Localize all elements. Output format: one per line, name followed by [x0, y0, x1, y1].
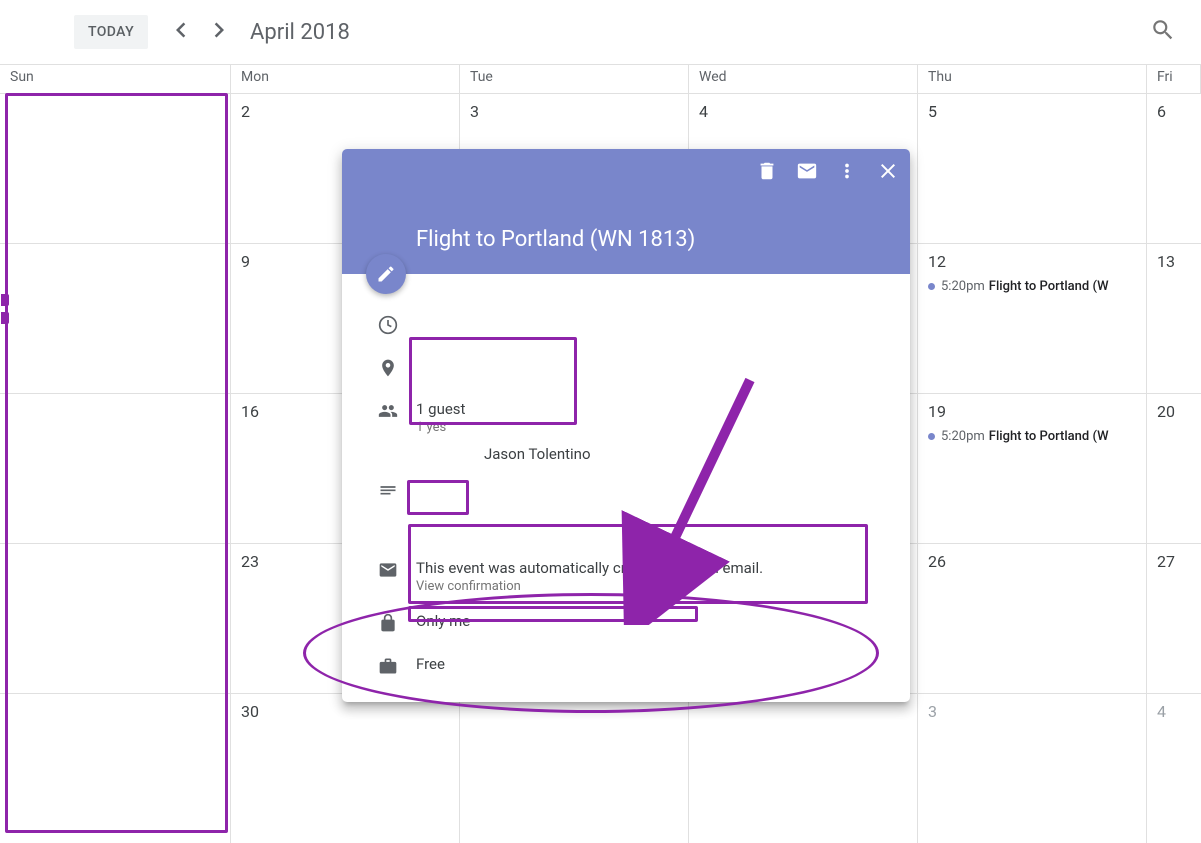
calendar-event[interactable]: 5:20pm Flight to Portland (W [928, 429, 1136, 444]
lock-icon [378, 613, 398, 637]
calendar-cell[interactable]: 20 [1147, 393, 1201, 543]
auto-created-text: This event was automatically created fro… [416, 559, 892, 577]
location-icon [378, 358, 398, 382]
popover-body: 1 guest 1 yes Jason Tolentino This event… [342, 274, 910, 702]
date-number: 6 [1157, 102, 1191, 121]
header: TODAY April 2018 [0, 0, 1201, 64]
date-number: 4 [1157, 702, 1191, 721]
calendar-cell[interactable]: 26 [918, 543, 1147, 693]
day-header: Thu [918, 65, 1147, 93]
date-number: 2 [241, 102, 449, 121]
event-title: Flight to Portland (W [989, 279, 1109, 294]
popover-header: Flight to Portland (WN 1813) [342, 149, 910, 274]
today-button[interactable]: TODAY [74, 15, 148, 49]
date-number: 20 [1157, 402, 1191, 421]
day-header: Wed [689, 65, 918, 93]
day-header: Mon [231, 65, 460, 93]
date-number: 5 [928, 102, 1136, 121]
annotation-bars [1, 294, 9, 330]
event-title: Flight to Portland (W [989, 429, 1109, 444]
event-popover: Flight to Portland (WN 1813) 1 guest 1 y… [342, 149, 910, 702]
people-icon [378, 401, 398, 425]
calendar-cell[interactable] [689, 693, 918, 843]
location-row [360, 357, 892, 382]
guests-yes: 1 yes [416, 420, 892, 435]
visibility-value: Only me [416, 612, 892, 630]
date-number: 13 [1157, 252, 1191, 271]
event-dot [928, 433, 935, 440]
email-source-icon [378, 560, 398, 584]
event-time: 5:20pm [941, 429, 985, 444]
date-number: 12 [928, 252, 1136, 271]
chevron-left-icon[interactable] [166, 15, 196, 49]
calendar-cell[interactable]: 13 [1147, 243, 1201, 393]
briefcase-icon [378, 656, 398, 680]
guest-name: Jason Tolentino [416, 445, 892, 463]
calendar-cell[interactable]: 19 5:20pm Flight to Portland (W [918, 393, 1147, 543]
visibility-row: Only me [360, 612, 892, 637]
busy-row: Free [360, 655, 892, 680]
day-header: Fri [1147, 65, 1201, 93]
date-number: 3 [928, 702, 1136, 721]
clock-icon [378, 315, 398, 339]
calendar-cell[interactable] [0, 243, 231, 393]
trash-icon[interactable] [756, 160, 778, 186]
date-number: 19 [928, 402, 1136, 421]
day-header: Sun [0, 65, 231, 93]
date-number: 3 [470, 102, 678, 121]
calendar-cell[interactable] [0, 543, 231, 693]
calendar-cell[interactable] [460, 693, 689, 843]
date-number: 4 [699, 102, 907, 121]
date-number: 26 [928, 552, 1136, 571]
calendar-cell[interactable]: 5 [918, 93, 1147, 243]
mail-icon[interactable] [796, 160, 818, 186]
date-number: 27 [1157, 552, 1191, 571]
busy-value: Free [416, 655, 892, 673]
view-confirmation-link[interactable]: View confirmation [416, 579, 892, 594]
edit-fab[interactable] [366, 254, 406, 294]
notes-icon [378, 482, 398, 506]
calendar-cell[interactable]: 6 [1147, 93, 1201, 243]
event-time: 5:20pm [941, 279, 985, 294]
calendar-event[interactable]: 5:20pm Flight to Portland (W [928, 279, 1136, 294]
popover-actions [756, 159, 900, 187]
guests-count: 1 guest [416, 400, 892, 418]
time-row [360, 314, 892, 339]
more-icon[interactable] [836, 160, 858, 186]
close-icon[interactable] [876, 159, 900, 187]
calendar-cell[interactable]: 4 [1147, 693, 1201, 843]
calendar-cell[interactable]: 30 [231, 693, 460, 843]
chevron-right-icon[interactable] [204, 15, 234, 49]
date-number: 30 [241, 702, 449, 721]
description-row [360, 481, 892, 541]
guests-row: 1 guest 1 yes Jason Tolentino [360, 400, 892, 463]
calendar-cell[interactable] [0, 93, 231, 243]
nav-arrows [166, 15, 234, 49]
day-header: Tue [460, 65, 689, 93]
search-icon[interactable] [1150, 17, 1176, 47]
event-dot [928, 283, 935, 290]
month-title: April 2018 [250, 20, 350, 45]
calendar-cell[interactable] [0, 693, 231, 843]
source-row: This event was automatically created fro… [360, 559, 892, 594]
calendar-cell[interactable]: 12 5:20pm Flight to Portland (W [918, 243, 1147, 393]
event-title: Flight to Portland (WN 1813) [416, 227, 910, 252]
calendar-cell[interactable] [0, 393, 231, 543]
calendar-cell[interactable]: 3 [918, 693, 1147, 843]
calendar-cell[interactable]: 27 [1147, 543, 1201, 693]
